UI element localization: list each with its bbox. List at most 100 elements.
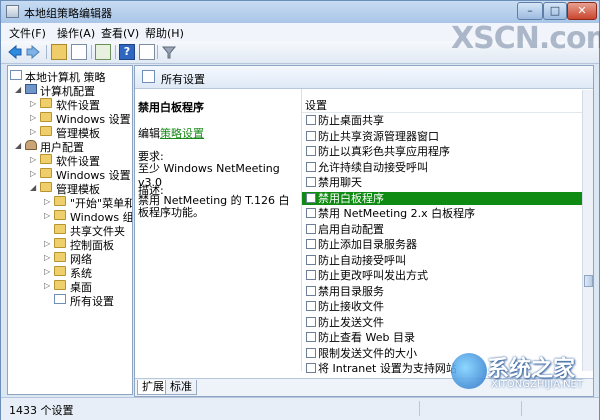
menu-help[interactable]: 帮助(H) — [145, 25, 184, 41]
policy-setting-icon — [306, 347, 316, 358]
expand-arrow-icon[interactable]: ▷ — [44, 267, 50, 276]
policy-setting-icon — [306, 239, 316, 249]
maximize-button[interactable]: □ — [543, 2, 567, 20]
policy-setting-icon — [306, 223, 316, 234]
status-text: 1433 个设置 — [9, 404, 74, 417]
setting-row-label: 防止更改呼叫发出方式 — [318, 269, 428, 282]
setting-row[interactable]: 防止更改呼叫发出方式 — [302, 269, 582, 282]
menu-file[interactable]: 文件(F) — [9, 25, 46, 41]
logo-text-en: XITONGZHIJIA.NET — [491, 379, 583, 390]
description-panel: 禁用白板程序 编辑策略设置 要求: 至少 Windows NetMeeting … — [135, 89, 299, 379]
expand-arrow-icon[interactable]: ▷ — [30, 155, 36, 164]
setting-row-label: 禁用聊天 — [318, 176, 362, 189]
back-arrow-icon[interactable] — [7, 44, 23, 60]
setting-row-label: 将 Intranet 设置为支持网站 — [318, 362, 457, 375]
scrollbar-thumb[interactable] — [584, 275, 593, 287]
setting-row[interactable]: 禁用目录服务 — [302, 285, 582, 298]
title-bar[interactable]: 本地组策略编辑器 – □ ✕ — [1, 1, 599, 23]
list-column-header[interactable]: 设置 — [302, 97, 582, 113]
edit-policy-link[interactable]: 策略设置 — [160, 127, 204, 140]
setting-row[interactable]: 防止自动接受呼叫 — [302, 254, 582, 267]
tab-standard[interactable]: 标准 — [165, 380, 197, 395]
expand-arrow-icon[interactable]: ▷ — [44, 211, 50, 220]
folder-icon — [54, 252, 66, 262]
expand-arrow-icon[interactable]: ▷ — [44, 239, 50, 248]
help-icon[interactable]: ? — [119, 44, 135, 60]
collapse-arrow-icon[interactable]: ◢ — [30, 183, 36, 192]
main-window: 本地组策略编辑器 – □ ✕ 文件(F) 操作(A) 查看(V) 帮助(H) ?… — [0, 0, 600, 420]
folder-icon — [54, 210, 66, 220]
settings-icon — [142, 70, 155, 83]
toolbar-divider — [157, 45, 158, 59]
setting-row[interactable]: 禁用聊天 — [302, 176, 582, 189]
user-icon — [25, 140, 37, 150]
status-divider — [419, 401, 420, 416]
menu-view[interactable]: 查看(V) — [101, 25, 139, 41]
setting-row[interactable]: 防止共享资源管理器窗口 — [302, 130, 582, 143]
setting-row[interactable]: 禁用 NetMeeting 2.x 白板程序 — [302, 207, 582, 220]
close-button[interactable]: ✕ — [567, 2, 597, 20]
setting-row[interactable]: 防止发送文件 — [302, 316, 582, 329]
expand-arrow-icon[interactable]: ▷ — [30, 169, 36, 178]
book-icon — [10, 70, 22, 80]
setting-row[interactable]: 禁用白板程序 — [302, 191, 582, 205]
expand-arrow-icon[interactable]: ▷ — [30, 99, 36, 108]
setting-row-label: 防止查看 Web 目录 — [318, 331, 415, 344]
expand-arrow-icon[interactable]: ▷ — [44, 197, 50, 206]
collapse-arrow-icon[interactable]: ◢ — [15, 85, 21, 94]
logo-mark-icon — [451, 353, 487, 389]
settings-list[interactable]: 设置 防止桌面共享防止共享资源管理器窗口 防止以真彩色共享应用程序 允许持续自动接受… — [301, 89, 593, 375]
setting-row[interactable]: 允许持续自动接受呼叫 — [302, 161, 582, 174]
setting-row[interactable]: 防止接收文件 — [302, 300, 582, 313]
settings-icon — [54, 294, 66, 304]
setting-row[interactable]: 启用自动配置 — [302, 223, 582, 236]
setting-row[interactable]: 防止添加目录服务器 — [302, 238, 582, 251]
setting-row-label: 允许持续自动接受呼叫 — [318, 160, 428, 174]
folder-icon — [40, 98, 52, 108]
properties-icon[interactable] — [139, 44, 155, 60]
policy-setting-icon — [306, 363, 316, 373]
setting-row[interactable]: 防止以真彩色共享应用程序 — [302, 145, 582, 158]
setting-row[interactable]: 防止查看 Web 目录 — [302, 331, 582, 344]
policy-setting-icon — [306, 285, 316, 296]
policy-setting-icon — [306, 130, 316, 141]
setting-row-label: 禁用目录服务 — [318, 284, 384, 298]
setting-row-label: 防止共享资源管理器窗口 — [318, 129, 439, 143]
folder-icon — [54, 224, 66, 234]
computer-icon — [25, 84, 37, 94]
setting-row-label: 防止以真彩色共享应用程序 — [318, 145, 450, 158]
expand-arrow-icon[interactable]: ▷ — [44, 281, 50, 290]
up-folder-icon[interactable] — [51, 44, 67, 60]
menu-action[interactable]: 操作(A) — [57, 25, 95, 41]
filter-icon[interactable] — [161, 44, 177, 60]
site-logo: 系统之家 XITONGZHIJIA.NET — [451, 351, 599, 401]
forward-arrow-icon[interactable] — [25, 44, 41, 60]
expand-arrow-icon[interactable]: ▷ — [30, 113, 36, 122]
setting-row-label: 启用自动配置 — [318, 222, 384, 236]
minimize-button[interactable]: – — [517, 2, 543, 20]
policy-setting-icon — [306, 161, 316, 172]
description-text: 禁用 NetMeeting 的 T.126 白板程序功能。 — [138, 194, 290, 219]
expand-arrow-icon[interactable]: ▷ — [44, 253, 50, 262]
expand-arrow-icon[interactable]: ▷ — [30, 127, 36, 136]
show-hide-tree-icon[interactable] — [71, 44, 87, 60]
toolbar-divider — [46, 45, 47, 59]
policy-setting-icon — [306, 115, 316, 125]
status-divider — [521, 401, 522, 416]
setting-title: 禁用白板程序 — [138, 101, 204, 114]
export-list-icon[interactable] — [95, 44, 111, 60]
navigation-tree[interactable]: 本地计算机 策略 ◢ 计算机配置 ▷ 软件设置 ▷ Windows 设置 ▷ 管… — [7, 65, 133, 395]
folder-icon — [54, 280, 66, 290]
edit-line: 编辑策略设置 — [138, 125, 204, 141]
vertical-scrollbar[interactable] — [582, 90, 593, 371]
edit-prefix: 编辑 — [138, 127, 160, 140]
pane-title: 所有设置 — [161, 73, 205, 86]
folder-icon — [40, 154, 52, 164]
watermark-text: XSCN.com — [451, 21, 600, 56]
setting-row[interactable]: 防止桌面共享 — [302, 114, 582, 127]
folder-icon — [54, 238, 66, 248]
policy-setting-icon — [306, 332, 316, 342]
setting-row-label: 防止自动接受呼叫 — [318, 253, 406, 267]
collapse-arrow-icon[interactable]: ◢ — [15, 141, 21, 150]
policy-setting-icon — [306, 301, 316, 311]
